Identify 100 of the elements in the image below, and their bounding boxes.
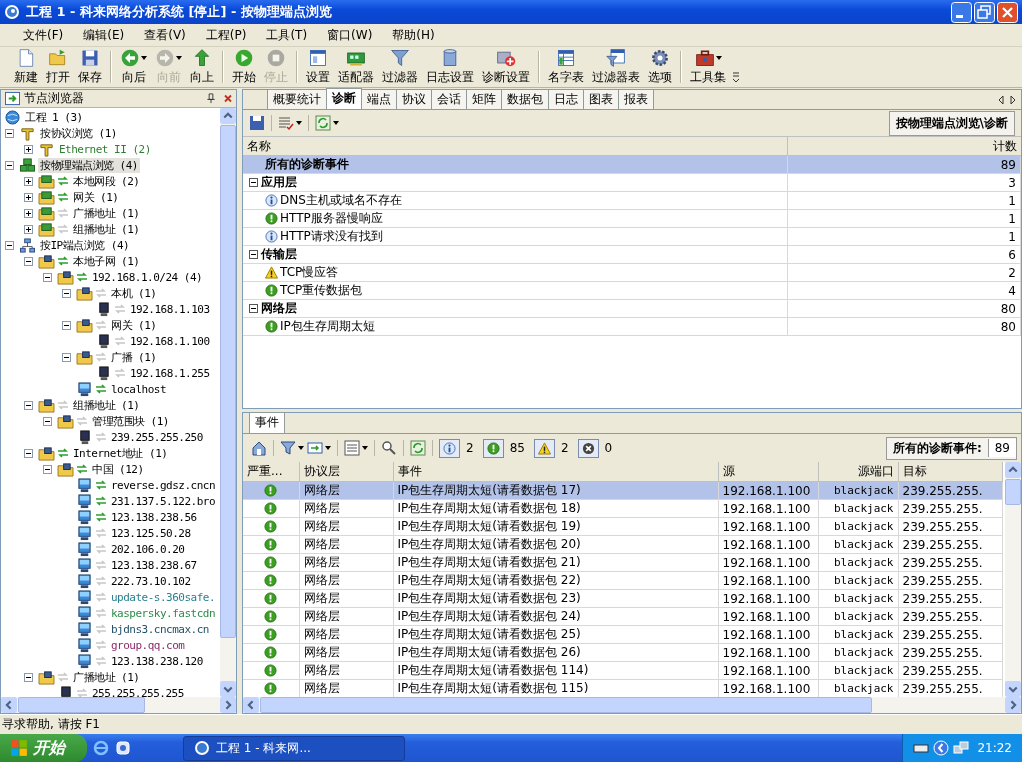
tree-item[interactable]: 广播地址 (1) <box>71 669 142 685</box>
tab[interactable]: 报表 <box>618 89 654 109</box>
tree-item[interactable]: 广播 (1) <box>109 349 159 365</box>
path-button[interactable]: 按物理端点浏览\诊断 <box>888 110 1015 136</box>
network-icon[interactable] <box>953 740 970 756</box>
columns-button[interactable] <box>278 115 302 131</box>
expand-toggle[interactable] <box>24 144 33 154</box>
collapse-toggle[interactable] <box>24 400 33 410</box>
collapse-toggle[interactable] <box>5 240 14 250</box>
tree-item[interactable]: kaspersky.fastcdn <box>109 606 218 620</box>
expand-toggle[interactable] <box>24 176 33 186</box>
tab[interactable]: 数据包 <box>501 89 549 109</box>
column-header[interactable]: 源端口 <box>818 462 898 482</box>
menu-item[interactable]: 查看(V) <box>135 24 195 46</box>
column-header[interactable]: 源 <box>718 462 818 482</box>
menu-item[interactable]: 编辑(E) <box>74 24 134 46</box>
table-row[interactable]: 传输层 6 <box>243 245 1021 264</box>
close-button[interactable] <box>997 1 1018 23</box>
tab[interactable]: 端点 <box>361 89 397 109</box>
tree-item[interactable]: 123.138.238.56 <box>109 510 199 524</box>
collapse-toggle[interactable] <box>43 272 52 282</box>
tree-item[interactable]: 202.106.0.20 <box>109 542 187 556</box>
scroll-up-button[interactable] <box>220 108 236 124</box>
collapse-toggle[interactable] <box>43 416 52 426</box>
menu-item[interactable]: 窗口(W) <box>318 24 382 46</box>
severity-filter-button[interactable] <box>577 438 599 458</box>
tree-item[interactable]: 本地子网 (1) <box>71 253 142 269</box>
table-row[interactable]: 网络层 IP包生存周期太短(请看数据包 19) 192.168.1.100 blackjack 239.255.255. <box>243 517 1002 536</box>
overflow-chevron-icon[interactable] <box>732 71 740 83</box>
toolbar-button[interactable]: 工具集 <box>686 47 730 87</box>
menu-item[interactable]: 文件(F) <box>14 24 73 46</box>
table-row[interactable]: 网络层 IP包生存周期太短(请看数据包 18) 192.168.1.100 blackjack 239.255.255. <box>243 499 1002 518</box>
tab[interactable]: 概要统计 <box>267 89 327 109</box>
house-network-icon[interactable] <box>251 440 267 456</box>
tree-item[interactable]: 按物理端点浏览 (4) <box>38 157 140 173</box>
tree-item[interactable]: 192.168.1.100 <box>128 334 212 348</box>
column-header[interactable]: 名称 <box>243 137 788 156</box>
tree-item[interactable]: 网关 (1) <box>109 317 159 333</box>
column-header[interactable]: 严重... <box>243 462 299 482</box>
close-icon[interactable] <box>223 93 233 104</box>
filter-button[interactable] <box>280 440 304 456</box>
toolbar-button[interactable]: 设置 <box>302 47 334 87</box>
scroll-down-button[interactable] <box>1005 681 1021 697</box>
collapse-toggle[interactable] <box>5 160 14 170</box>
toolbar-button[interactable]: 打开 <box>42 47 74 87</box>
table-row[interactable]: HTTP请求没有找到 1 <box>243 227 1021 246</box>
collapse-toggle[interactable] <box>24 672 33 682</box>
table-row[interactable]: HTTP服务器慢响应 1 <box>243 209 1021 228</box>
tab[interactable]: 日志 <box>548 89 584 109</box>
expand-toggle[interactable] <box>24 224 33 234</box>
table-row[interactable]: 网络层 IP包生存周期太短(请看数据包 24) 192.168.1.100 blackjack 239.255.255. <box>243 607 1002 626</box>
tree-item[interactable]: 管理范围块 (1) <box>90 413 171 429</box>
columns-button[interactable] <box>344 440 368 456</box>
tree-item[interactable]: 本地网段 (2) <box>71 173 142 189</box>
table-row[interactable]: TCP重传数据包 4 <box>243 281 1021 300</box>
toolbar-button[interactable]: 名字表 <box>544 47 588 87</box>
find-icon[interactable] <box>381 440 397 456</box>
tab[interactable]: 事件 <box>249 412 285 433</box>
table-row[interactable]: 应用层 3 <box>243 173 1021 192</box>
toolbar-button[interactable]: 诊断设置 <box>478 47 534 87</box>
menu-item[interactable]: 帮助(H) <box>383 24 444 46</box>
maximize-button[interactable] <box>974 1 995 23</box>
scroll-left-button[interactable] <box>243 697 259 713</box>
collapse-toggle[interactable] <box>249 178 258 187</box>
tree-item[interactable]: 网关 (1) <box>71 189 121 205</box>
column-header[interactable]: 协议层 <box>299 462 393 482</box>
scroll-right-button[interactable] <box>1005 697 1021 713</box>
tree-item[interactable]: 按协议浏览 (1) <box>38 125 119 141</box>
toolbar-button[interactable]: 过滤器 <box>378 47 422 87</box>
tree-item[interactable]: 192.168.1.255 <box>128 366 212 380</box>
toolbar-button[interactable]: 日志设置 <box>422 47 478 87</box>
collapse-toggle[interactable] <box>62 352 71 362</box>
tree-item[interactable]: 255.255.255.255 <box>90 686 186 697</box>
collapse-toggle[interactable] <box>62 320 71 330</box>
tree-item[interactable]: 广播地址 (1) <box>71 205 142 221</box>
expand-toggle[interactable] <box>24 192 33 202</box>
table-row[interactable]: 网络层 IP包生存周期太短(请看数据包 114) 192.168.1.100 blackjack 239.255.255. <box>243 661 1002 680</box>
toolbar-button[interactable]: 过滤器表 <box>588 47 644 87</box>
export-button[interactable] <box>307 440 331 456</box>
tree-item[interactable]: 组播地址 (1) <box>71 221 142 237</box>
tree-item[interactable]: 231.137.5.122.bro <box>109 494 218 508</box>
tree-item[interactable]: 192.168.1.0/24 (4) <box>90 270 205 284</box>
expand-toggle[interactable] <box>24 208 33 218</box>
tree-item[interactable]: 组播地址 (1) <box>71 397 142 413</box>
table-row[interactable]: IP包生存周期太短 80 <box>243 317 1021 336</box>
tree-item[interactable]: group.qq.com <box>109 638 187 652</box>
collapse-toggle[interactable] <box>249 304 258 313</box>
tab-scroll-arrows-icon[interactable] <box>997 94 1017 105</box>
tree-item[interactable]: Ethernet II (2) <box>57 142 153 156</box>
table-row[interactable]: 网络层 80 <box>243 299 1021 318</box>
collapse-toggle[interactable] <box>24 448 33 458</box>
scroll-up-button[interactable] <box>1005 462 1021 478</box>
tab[interactable]: 矩阵 <box>466 89 502 109</box>
collapse-toggle[interactable] <box>62 288 71 298</box>
tree-item[interactable]: 192.168.1.103 <box>128 302 212 316</box>
tree-item[interactable]: 123.138.238.120 <box>109 654 205 668</box>
tab[interactable]: 协议 <box>396 89 432 109</box>
toolbar-button[interactable]: 向后 <box>116 47 151 87</box>
pin-icon[interactable] <box>206 93 216 104</box>
toolbar-button[interactable]: 适配器 <box>334 47 378 87</box>
